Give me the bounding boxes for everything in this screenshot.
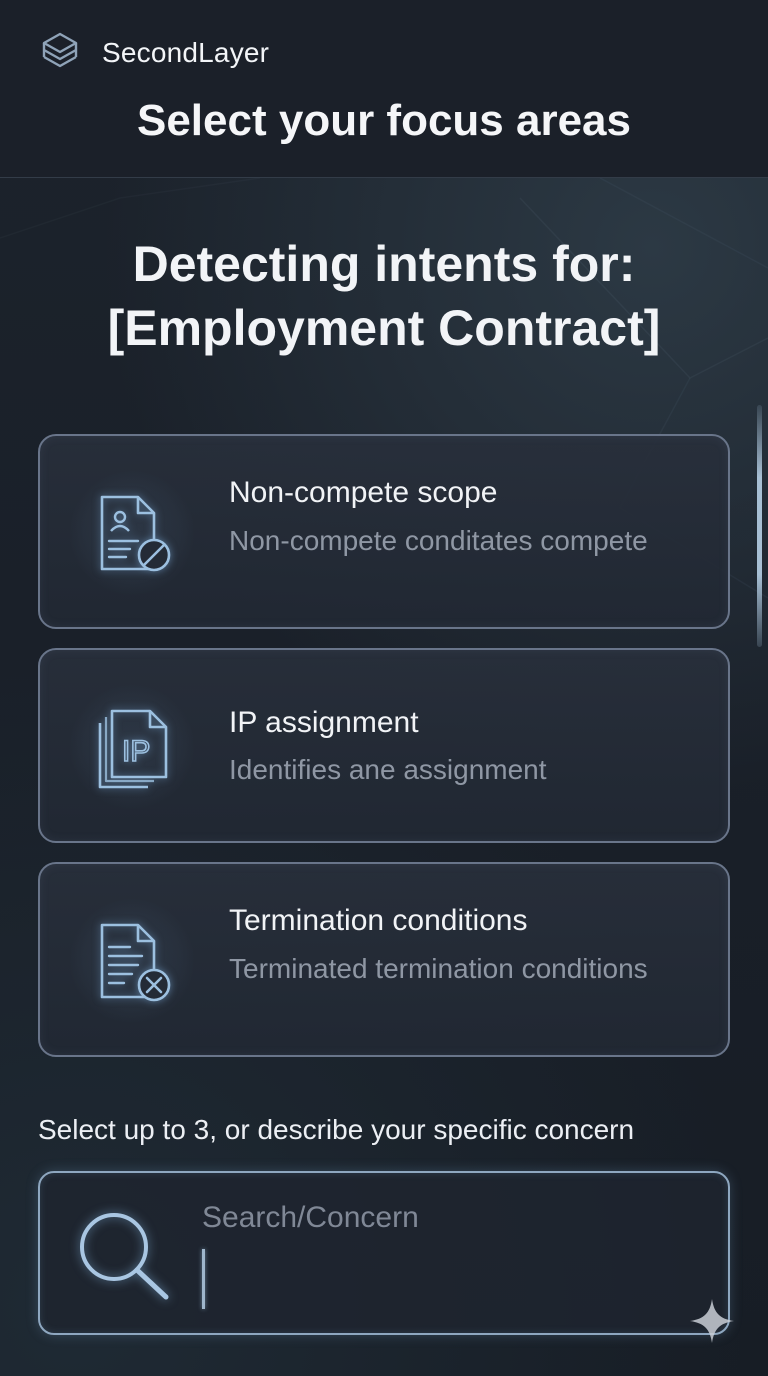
app-header: SecondLayer Select your focus areas [0,0,768,178]
card-title: Non-compete scope [229,476,498,509]
card-description: Terminated termination conditions [229,953,648,984]
search-box[interactable] [38,1171,730,1335]
scrollbar[interactable] [757,405,762,647]
text-caret [202,1249,205,1309]
layers-icon [42,32,78,68]
card-title: IP assignment [229,706,419,739]
focus-card-non-compete[interactable]: Non-compete scope Non-compete conditates… [38,434,730,629]
sparkle-icon[interactable] [688,1297,736,1345]
search-icon [80,1213,169,1300]
focus-card-termination[interactable]: Termination conditions Terminated termin… [38,862,730,1057]
intent-heading-line1: Detecting intents for: [132,236,636,292]
svg-text:IP: IP [122,735,150,768]
card-description: Non-compete conditates compete [229,525,648,556]
document-ip-icon: IP [98,709,168,789]
search-input[interactable] [200,1195,700,1315]
card-description: Identifies ane assignment [229,754,547,785]
page-title: Select your focus areas [136,96,631,145]
document-person-ban-icon [100,495,171,572]
intent-heading: Detecting intents for: [Employment Contr… [0,232,768,360]
card-icon-wrap [70,899,194,1023]
selection-hint: Select up to 3, or describe your specifi… [38,1114,635,1145]
card-icon-wrap: IP [70,685,194,809]
focus-card-ip-assignment[interactable]: IP IP assignment Identifies ane assignme… [38,648,730,843]
card-title: Termination conditions [229,904,528,937]
brand[interactable]: SecondLayer [38,30,269,76]
card-icon-wrap [70,471,194,595]
brand-name: SecondLayer [102,37,270,68]
document-cancel-icon [100,923,171,1002]
intent-heading-document: [Employment Contract] [107,300,661,356]
